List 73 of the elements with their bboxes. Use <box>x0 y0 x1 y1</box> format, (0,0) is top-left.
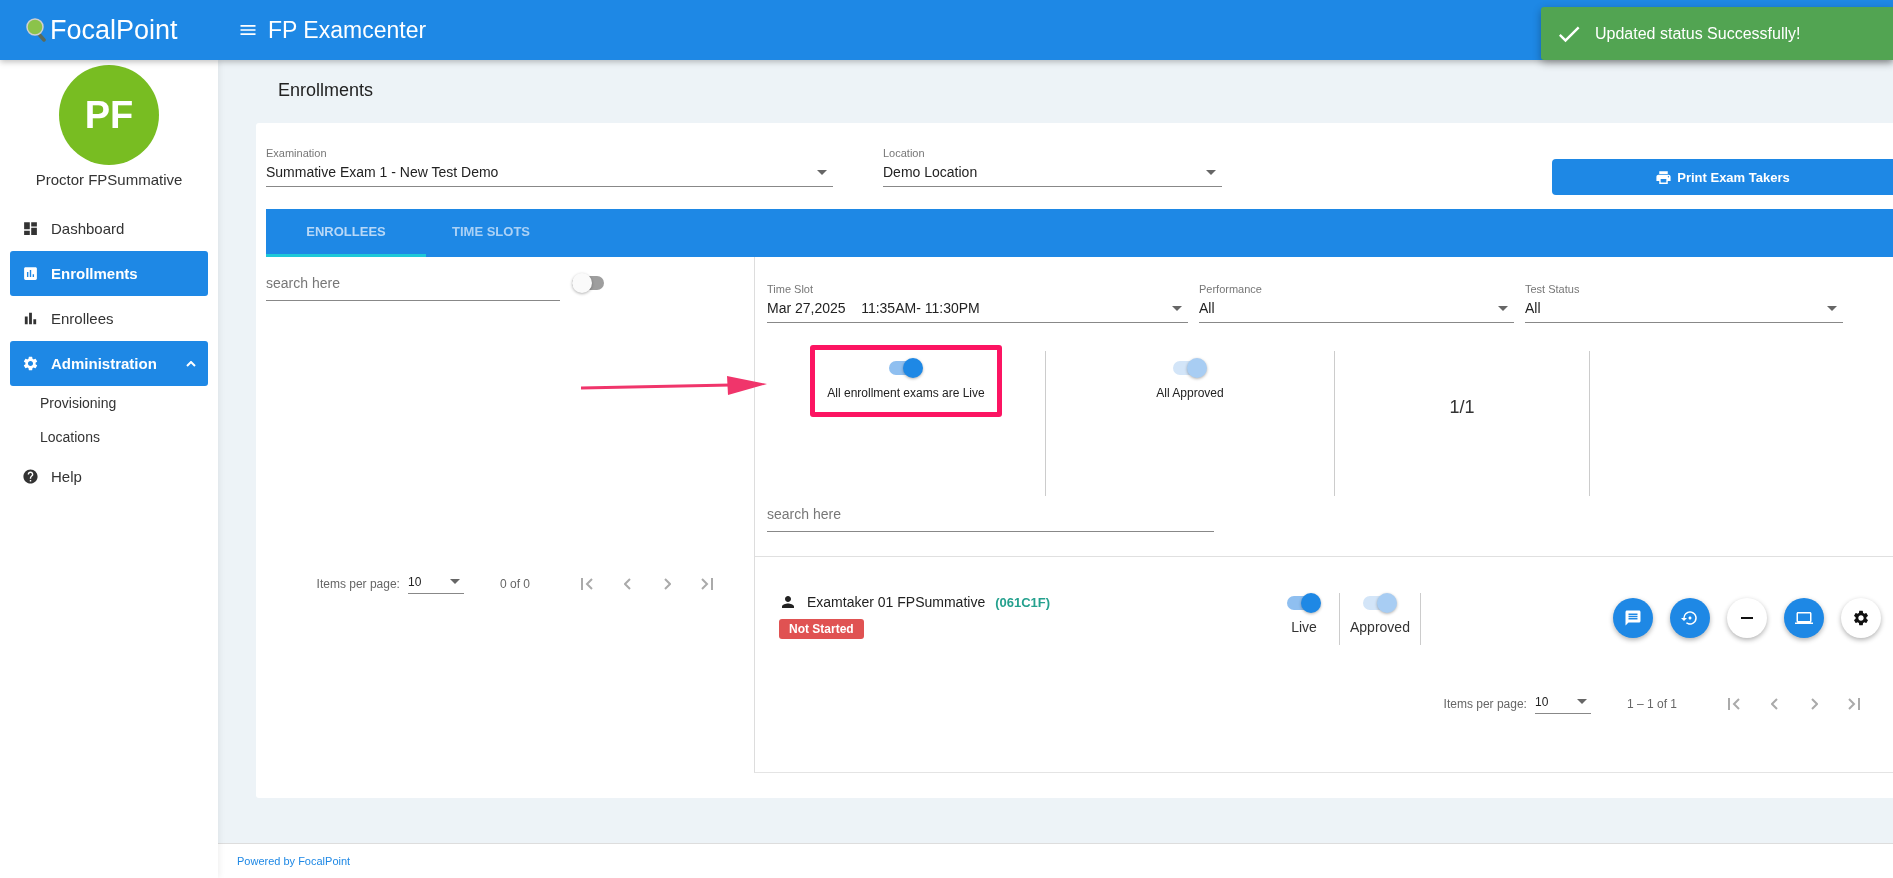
laptop-button[interactable] <box>1784 598 1824 638</box>
page-size-select[interactable]: 10 <box>407 574 464 594</box>
last-page-icon <box>1848 698 1860 710</box>
dropdown-arrow-icon <box>817 169 827 175</box>
search-field[interactable]: search here <box>767 496 1214 532</box>
select-field[interactable]: Performance All <box>1199 283 1514 323</box>
toggle-label: Approved <box>1350 619 1410 635</box>
page-range: 0 of 0 <box>499 577 530 591</box>
toggle-switch[interactable] <box>572 273 606 293</box>
dropdown-arrow-icon <box>1827 305 1837 311</box>
help-icon <box>22 468 39 485</box>
print-button[interactable]: Print Exam Takers <box>1552 159 1893 195</box>
search-field[interactable]: search here <box>266 265 560 301</box>
minus-button[interactable] <box>1727 598 1767 638</box>
sidebar-item[interactable]: Enrollments <box>10 251 208 296</box>
items-per-page-label: Items per page: <box>1443 697 1527 711</box>
magnifier-logo-icon <box>26 18 46 42</box>
sidebar-item[interactable]: Help <box>10 454 208 499</box>
items-per-page-label: Items per page: <box>316 577 400 591</box>
dropdown-arrow-icon <box>1576 699 1587 704</box>
dashboard-icon <box>22 220 39 237</box>
first-page-icon <box>1728 698 1740 710</box>
count-text: 1/1 <box>1449 397 1475 418</box>
message-icon <box>1624 609 1642 627</box>
settings-icon <box>1852 609 1870 627</box>
summary-label: All enrollment exams are Live <box>827 386 985 400</box>
page-title: Enrollments <box>278 80 375 101</box>
toggle-switch[interactable] <box>889 358 923 378</box>
chevron-right-icon <box>663 578 671 590</box>
select-field[interactable]: Time Slot Mar 27,2025 11:35AM- 11:30PM <box>767 283 1188 323</box>
minus-icon <box>1741 617 1753 619</box>
page-range: 1 – 1 of 1 <box>1626 697 1677 711</box>
enrollee-code: (061C1F) <box>995 594 1051 610</box>
restore-button[interactable] <box>1670 598 1710 638</box>
footer-link[interactable]: Powered by FocalPoint <box>237 855 351 867</box>
logo-text: FocalPoint <box>50 14 178 46</box>
chart-icon <box>22 265 39 282</box>
chevron-left-icon <box>623 578 631 590</box>
dropdown-arrow-icon <box>1498 305 1508 311</box>
toast-message: Updated status Successfully! <box>1595 24 1801 43</box>
sidebar-subitem[interactable]: Provisioning <box>10 386 208 420</box>
dropdown-arrow-icon <box>1206 169 1216 175</box>
select-field[interactable]: Examination Summative Exam 1 - New Test Demo <box>266 147 833 187</box>
settings-icon <box>22 355 39 372</box>
sidebar-subitem[interactable]: Locations <box>10 420 208 454</box>
app-title: FP Examcenter <box>268 16 427 44</box>
settings-button[interactable] <box>1841 598 1881 638</box>
person-icon <box>779 593 797 611</box>
chevron-left-icon <box>1770 698 1778 710</box>
message-button[interactable] <box>1613 598 1653 638</box>
restore-icon <box>1681 609 1699 627</box>
sidebar-item[interactable]: Enrollees <box>10 296 208 341</box>
sidebar-item[interactable]: Dashboard <box>10 206 208 251</box>
select-field[interactable]: Location Demo Location <box>883 147 1222 187</box>
user-name: Proctor FPSummative <box>34 171 184 188</box>
last-page-icon <box>701 578 713 590</box>
printer-icon <box>1655 168 1673 186</box>
toggle-label: Live <box>1291 619 1317 635</box>
toggle-switch[interactable] <box>1287 593 1321 613</box>
status-badge: Not Started <box>779 619 864 639</box>
first-page-icon <box>581 578 593 590</box>
select-field[interactable]: Test Status All <box>1525 283 1843 323</box>
sidebar-item[interactable]: Administration <box>10 341 208 386</box>
page-size-select[interactable]: 10 <box>1534 694 1591 714</box>
enrollee-name: Examtaker 01 FPSummative <box>807 594 986 610</box>
laptop-icon <box>1795 609 1813 627</box>
chevron-up-icon <box>186 360 196 367</box>
bar-chart-icon <box>22 310 39 327</box>
dropdown-arrow-icon <box>1172 305 1182 311</box>
dropdown-arrow-icon <box>449 579 460 584</box>
avatar: PF <box>59 65 159 165</box>
summary-label: All Approved <box>1156 386 1224 400</box>
chevron-right-icon <box>1810 698 1818 710</box>
